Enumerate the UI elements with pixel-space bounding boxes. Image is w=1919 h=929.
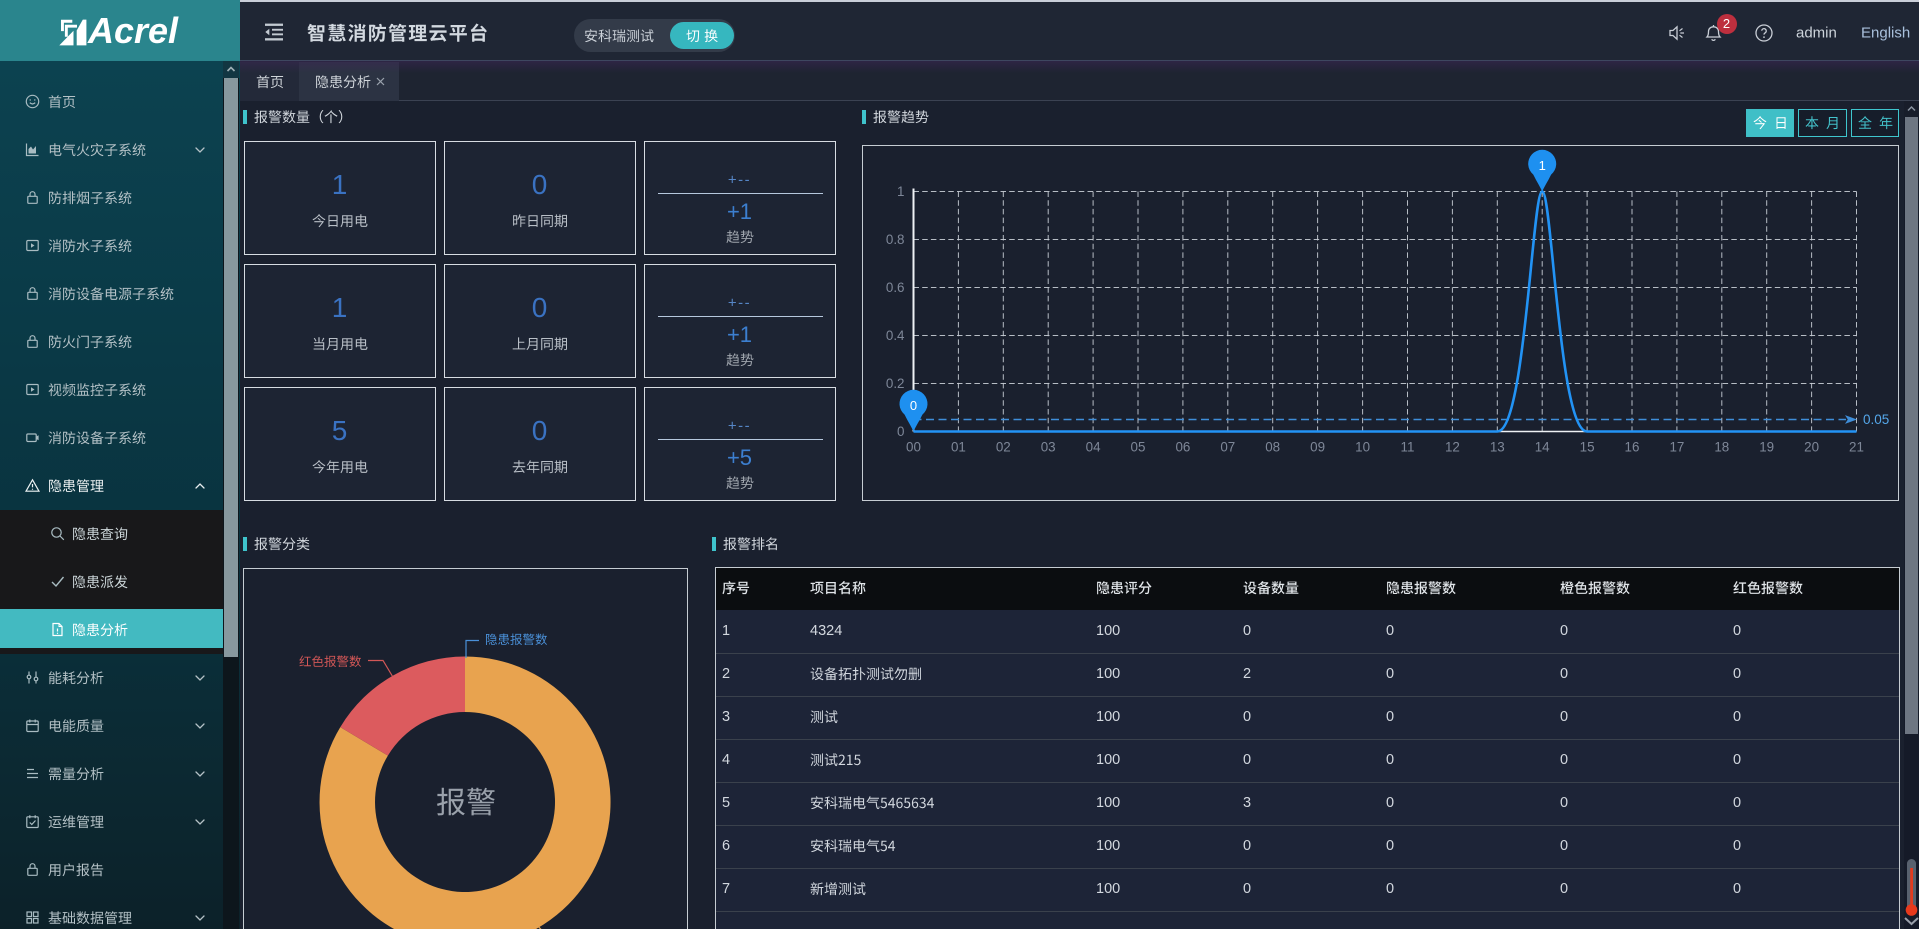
svg-text:0.4: 0.4 [885,328,904,343]
svg-text:12: 12 [1444,439,1459,454]
svg-text:10: 10 [1355,439,1370,454]
svg-text:04: 04 [1085,439,1100,454]
svg-text:18: 18 [1714,439,1729,454]
svg-text:13: 13 [1489,439,1504,454]
svg-text:1: 1 [1538,158,1545,173]
svg-text:01: 01 [950,439,965,454]
svg-text:0.05: 0.05 [1863,412,1889,427]
svg-text:07: 07 [1220,439,1235,454]
svg-text:21: 21 [1849,439,1864,454]
svg-text:03: 03 [1040,439,1055,454]
svg-text:0.8: 0.8 [885,232,904,247]
svg-text:0.6: 0.6 [885,280,904,295]
svg-text:1: 1 [897,184,904,199]
svg-text:0.2: 0.2 [885,376,904,391]
svg-text:08: 08 [1265,439,1280,454]
svg-text:06: 06 [1175,439,1190,454]
svg-text:15: 15 [1579,439,1594,454]
svg-text:02: 02 [995,439,1010,454]
svg-text:14: 14 [1534,439,1549,454]
svg-text:17: 17 [1669,439,1684,454]
svg-text:09: 09 [1310,439,1325,454]
svg-text:11: 11 [1400,439,1414,454]
svg-text:19: 19 [1759,439,1774,454]
svg-text:0: 0 [909,398,916,413]
svg-text:20: 20 [1804,439,1819,454]
svg-text:00: 00 [906,439,921,454]
svg-text:16: 16 [1624,439,1639,454]
svg-text:0: 0 [897,424,904,439]
svg-text:05: 05 [1130,439,1145,454]
